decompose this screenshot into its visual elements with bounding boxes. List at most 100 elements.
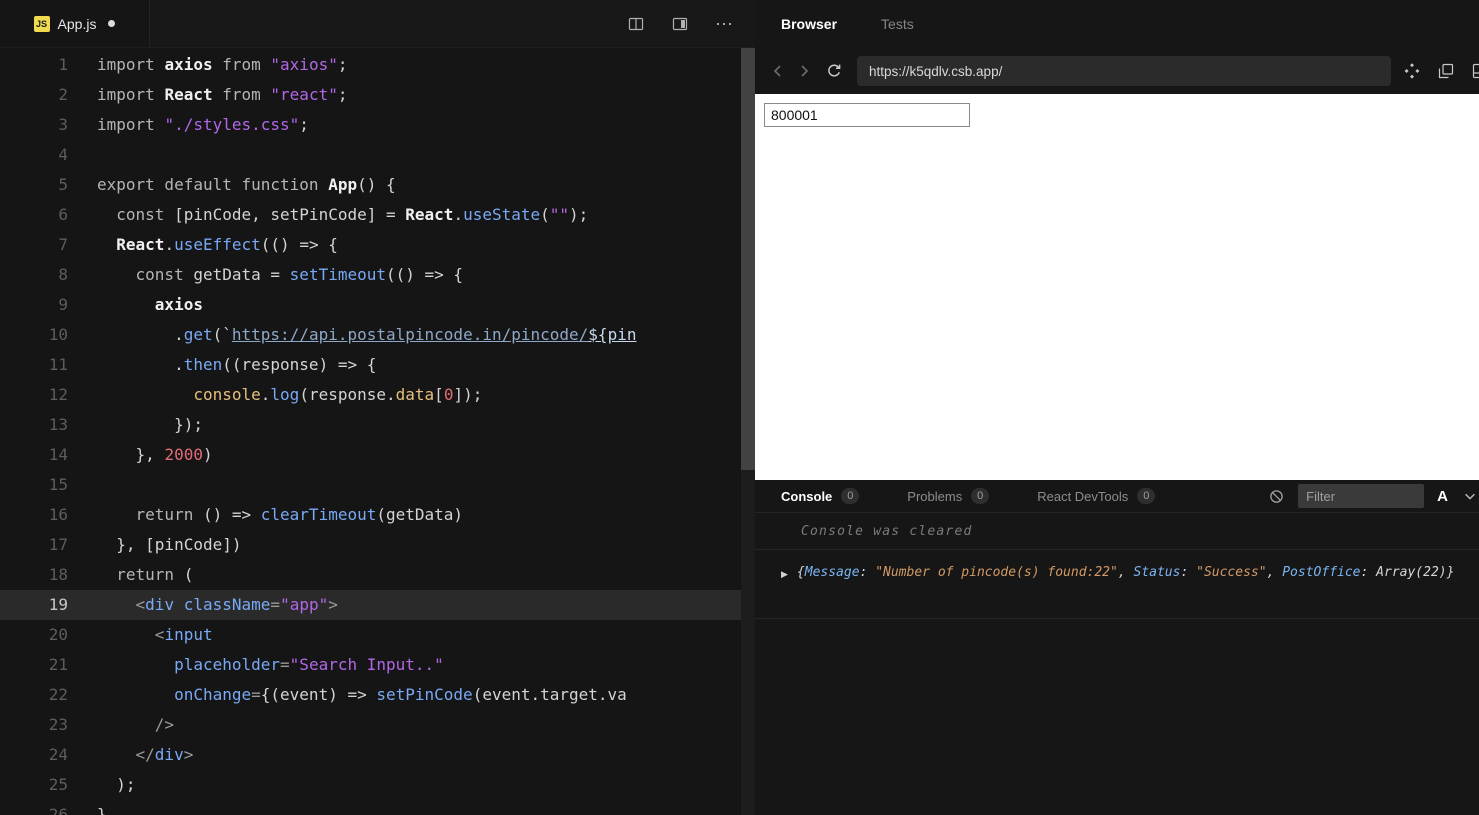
line-number: 9: [58, 295, 68, 314]
code-line[interactable]: 20 <input: [0, 620, 741, 650]
console-tab-console[interactable]: Console 0: [781, 488, 860, 504]
console-panel: Console 0 Problems 0 React DevTools 0 A: [755, 480, 1479, 815]
code-line[interactable]: 1 import axios from "axios";: [0, 50, 741, 80]
tab-browser[interactable]: Browser: [781, 16, 837, 32]
back-icon[interactable]: [765, 58, 791, 84]
line-number: 23: [48, 715, 68, 734]
problems-tab-label: Problems: [907, 488, 963, 504]
console-tab-react-devtools[interactable]: React DevTools 0: [1037, 488, 1156, 504]
line-number: 22: [48, 685, 68, 704]
tab-appjs[interactable]: JS App.js: [0, 0, 150, 47]
line-number: 1: [58, 55, 68, 74]
code-line[interactable]: 9 axios: [0, 290, 741, 320]
split-editor-icon[interactable]: [627, 15, 645, 33]
tab-label: App.js: [57, 15, 97, 32]
code-line[interactable]: 11 .then((response) => {: [0, 350, 741, 380]
code-text: <input: [154, 625, 213, 644]
code-text: .get(`https://api.postalpincode.in/pinco…: [97, 325, 637, 344]
line-number: 5: [58, 175, 68, 194]
url-input[interactable]: [857, 56, 1391, 86]
code-line[interactable]: 18 return (: [0, 560, 741, 590]
editor-actions: ⋯: [627, 0, 755, 47]
code-line[interactable]: 26}: [0, 800, 741, 815]
editor-scrollbar[interactable]: [741, 48, 755, 815]
tab-tests[interactable]: Tests: [881, 16, 914, 32]
code-line[interactable]: 22 onChange={(event) => setPinCode(event…: [0, 680, 741, 710]
browser-navbar: [755, 48, 1479, 94]
line-number: 8: [58, 265, 68, 284]
font-size-toggle[interactable]: A: [1437, 488, 1448, 505]
console-filter-input[interactable]: [1298, 484, 1425, 508]
code-text: React.useEffect(() => {: [116, 235, 338, 254]
code-text: }, 2000): [97, 445, 213, 464]
code-text: }, [pinCode]): [97, 535, 242, 554]
codesandbox-window: JS App.js ⋯ 1 import axios from "axios"; 2…: [0, 0, 1479, 815]
code-text: const [pinCode, setPinCode] = React.useS…: [116, 205, 589, 224]
code-text: </div>: [135, 745, 194, 764]
code-text: console.log(response.data[0]);: [193, 385, 483, 404]
code-text: return (: [116, 565, 194, 584]
line-number: 12: [48, 385, 68, 404]
code-text: import "./styles.css";: [97, 115, 309, 134]
code-text: export default function App() {: [97, 175, 396, 194]
code-line[interactable]: 25 );: [0, 770, 741, 800]
code-line[interactable]: 6 const [pinCode, setPinCode] = React.us…: [0, 200, 741, 230]
console-tab-problems[interactable]: Problems 0: [907, 488, 990, 504]
code-line[interactable]: 2 import React from "react";: [0, 80, 741, 110]
code-text: .then((response) => {: [97, 355, 377, 374]
code-line[interactable]: 16 return () => clearTimeout(getData): [0, 500, 741, 530]
preview-tabbar: Browser Tests: [755, 0, 1479, 48]
code-line[interactable]: 7 React.useEffect(() => {: [0, 230, 741, 260]
editor-pane: JS App.js ⋯ 1 import axios from "axios"; 2…: [0, 0, 755, 815]
expand-object-icon[interactable]: ▶: [781, 563, 788, 584]
console-log-row: ▶ {Message: "Number of pincode(s) found:…: [755, 550, 1479, 619]
line-number: 24: [48, 745, 68, 764]
code-text: />: [154, 715, 175, 734]
editor-tabbar: JS App.js ⋯: [0, 0, 755, 48]
code-text: import axios from "axios";: [97, 55, 348, 74]
problems-count-badge: 0: [971, 488, 990, 504]
code-line[interactable]: 10 .get(`https://api.postalpincode.in/pi…: [0, 320, 741, 350]
console-output: Console was cleared ▶ {Message: "Number …: [755, 512, 1479, 815]
scrollbar-thumb[interactable]: [741, 48, 755, 470]
open-preview-icon[interactable]: [671, 15, 689, 33]
unsaved-dot-icon: [108, 20, 116, 27]
code-text: import React from "react";: [97, 85, 348, 104]
code-line[interactable]: 19 <div className="app">: [0, 590, 741, 620]
line-number: 11: [48, 355, 68, 374]
code-line[interactable]: 17 }, [pinCode]): [0, 530, 741, 560]
code-line[interactable]: 8 const getData = setTimeout(() => {: [0, 260, 741, 290]
forward-icon[interactable]: [791, 58, 817, 84]
clear-console-icon[interactable]: [1267, 487, 1285, 505]
line-number: 16: [48, 505, 68, 524]
code-line[interactable]: 14 }, 2000): [0, 440, 741, 470]
code-editor[interactable]: 1 import axios from "axios"; 2 import React…: [0, 48, 741, 815]
more-actions-icon[interactable]: ⋯: [715, 15, 733, 33]
code-line[interactable]: 15: [0, 470, 741, 500]
line-number: 15: [48, 475, 68, 494]
chevron-down-icon[interactable]: [1461, 487, 1479, 505]
code-line[interactable]: 3 import "./styles.css";: [0, 110, 741, 140]
code-line[interactable]: 13 });: [0, 410, 741, 440]
line-number: 20: [48, 625, 68, 644]
code-line[interactable]: 4: [0, 140, 741, 170]
code-line[interactable]: 5 export default function App() {: [0, 170, 741, 200]
line-number: 7: [58, 235, 68, 254]
open-new-window-icon[interactable]: [1437, 62, 1455, 80]
code-text: );: [97, 775, 136, 794]
code-text: axios: [154, 295, 203, 314]
code-text: <div className="app">: [135, 595, 338, 614]
code-line[interactable]: 21 placeholder="Search Input..": [0, 650, 741, 680]
pincode-search-input[interactable]: [764, 103, 970, 127]
pop-out-icon[interactable]: [1471, 62, 1479, 80]
code-line[interactable]: 12 console.log(response.data[0]);: [0, 380, 741, 410]
line-number: 25: [48, 775, 68, 794]
preview-pane: Browser Tests https://k5qdlv.csb.app/ 80…: [755, 0, 1479, 815]
code-line[interactable]: 23 />: [0, 710, 741, 740]
refresh-icon[interactable]: [821, 58, 847, 84]
console-count-badge: 0: [841, 488, 860, 504]
code-line[interactable]: 24 </div>: [0, 740, 741, 770]
responsive-mode-icon[interactable]: [1403, 62, 1421, 80]
